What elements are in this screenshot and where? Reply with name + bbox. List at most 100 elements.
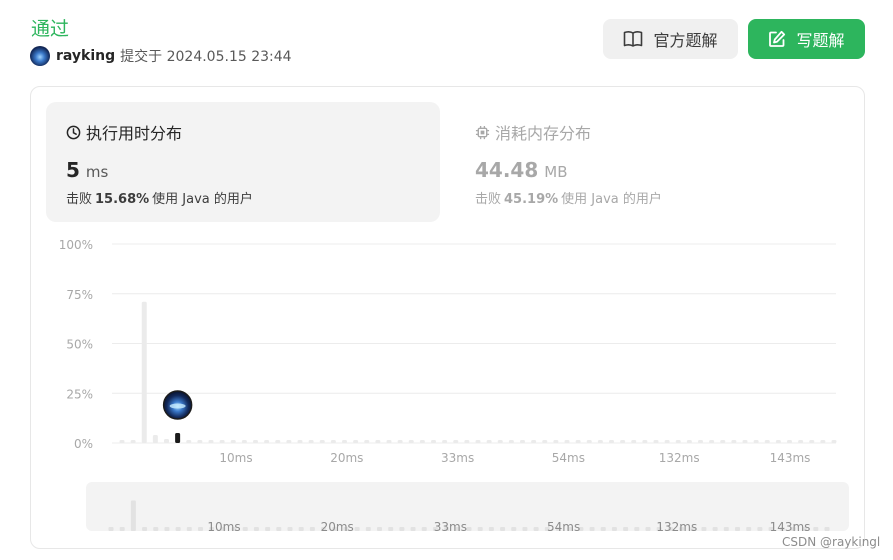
overview-x-tick-label: 10ms — [207, 520, 240, 534]
overview-bar — [399, 527, 405, 531]
overview-bar — [253, 527, 259, 531]
bar — [119, 440, 125, 443]
overview-panel — [86, 482, 849, 531]
overview-x-tick-label: 143ms — [770, 520, 811, 534]
overview-bar — [164, 527, 170, 531]
bar — [631, 440, 637, 443]
bar — [731, 440, 737, 443]
overview-bar — [198, 527, 203, 531]
avatar-glint — [169, 403, 186, 409]
overview-bar — [600, 527, 606, 531]
bar — [531, 440, 537, 443]
bar — [464, 440, 470, 443]
bar — [408, 440, 414, 443]
bar — [653, 440, 659, 443]
overview-bar — [500, 527, 506, 531]
x-tick-label: 33ms — [441, 451, 474, 465]
bar — [486, 440, 492, 443]
y-tick-label: 100% — [59, 238, 93, 252]
csdn-watermark: CSDN @raykingl — [782, 535, 881, 549]
overview-bar — [388, 527, 394, 531]
bar — [353, 440, 359, 443]
overview-x-tick-label: 33ms — [434, 520, 467, 534]
bar — [775, 440, 781, 443]
bar — [542, 440, 548, 443]
bar — [520, 440, 525, 443]
overview-bar — [142, 527, 148, 531]
bar — [798, 440, 804, 443]
bar — [453, 440, 459, 443]
bar — [241, 440, 247, 443]
bar — [386, 440, 392, 443]
overview-bar — [287, 527, 293, 531]
bar — [620, 440, 626, 443]
overview-bar — [533, 527, 539, 531]
bar — [597, 440, 603, 443]
bar — [286, 440, 292, 443]
overview-bar — [611, 527, 617, 531]
overview-bar — [589, 527, 595, 531]
overview-bar — [723, 527, 729, 531]
overview-bar — [746, 527, 752, 531]
overview-bar — [824, 527, 830, 531]
overview-bar — [354, 527, 360, 531]
bar — [419, 440, 425, 443]
bar — [764, 440, 770, 443]
y-tick-label: 0% — [74, 437, 93, 451]
bar — [208, 440, 214, 443]
y-tick-label: 50% — [66, 338, 93, 352]
bar — [264, 440, 270, 443]
overview-bar — [377, 527, 382, 531]
overview-bar — [645, 527, 651, 531]
overview-bar — [623, 527, 629, 531]
overview-bar — [410, 527, 416, 531]
overview-bar — [309, 527, 315, 531]
bar — [753, 440, 759, 443]
overview-bar — [108, 527, 114, 531]
bar — [442, 440, 448, 443]
bar — [675, 440, 681, 443]
bar — [319, 440, 325, 443]
highlight-bar — [175, 433, 181, 443]
bar — [575, 440, 581, 443]
bar — [397, 440, 403, 443]
bar — [787, 440, 792, 443]
bar — [342, 440, 347, 443]
overview-bar — [757, 527, 763, 531]
x-tick-label: 143ms — [770, 451, 811, 465]
bar — [742, 440, 748, 443]
bar — [330, 440, 336, 443]
overview-bar — [488, 527, 494, 531]
bar — [508, 440, 514, 443]
bar — [230, 440, 236, 443]
overview-x-tick-label: 54ms — [547, 520, 580, 534]
bar — [364, 440, 370, 443]
bar — [219, 440, 225, 443]
bar — [586, 440, 592, 443]
x-tick-label: 54ms — [552, 451, 585, 465]
bar — [497, 440, 503, 443]
overview-bar — [511, 527, 517, 531]
bar — [720, 440, 726, 443]
bar — [709, 440, 715, 443]
bar — [308, 440, 314, 443]
x-tick-label: 20ms — [330, 451, 363, 465]
overview-bar — [421, 527, 427, 531]
bar — [664, 440, 670, 443]
bar — [642, 440, 648, 443]
bar — [686, 440, 692, 443]
x-tick-label: 132ms — [659, 451, 700, 465]
overview-bar — [466, 527, 472, 531]
bar — [164, 439, 169, 443]
overview-bar — [130, 500, 136, 531]
bar — [431, 440, 436, 443]
bar — [141, 301, 147, 443]
overview-bar — [813, 527, 819, 531]
bar — [186, 440, 192, 443]
bar — [152, 435, 158, 443]
overview-bar — [265, 527, 271, 531]
overview-bar — [735, 527, 740, 531]
overview-bar — [522, 527, 528, 531]
y-tick-label: 75% — [66, 288, 93, 302]
bar — [698, 440, 703, 443]
